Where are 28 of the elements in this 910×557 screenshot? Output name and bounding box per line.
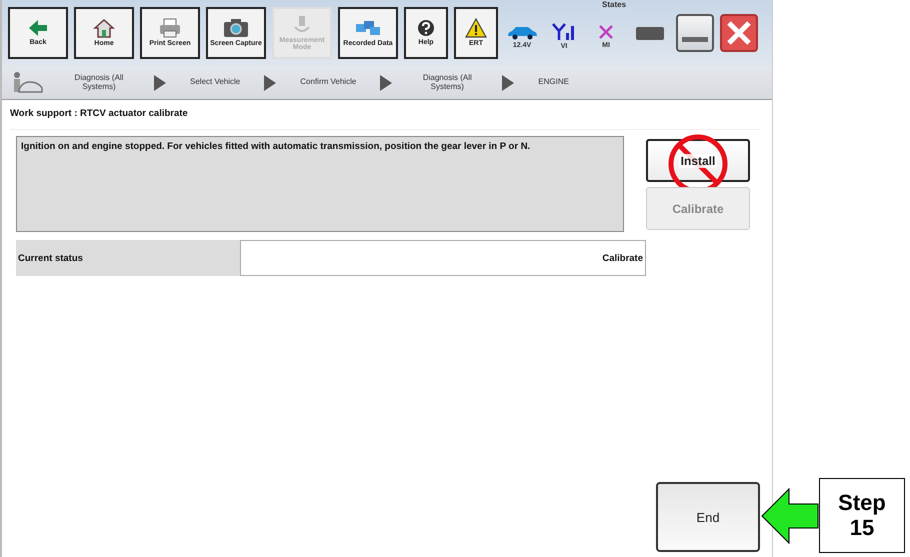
breadcrumb-item[interactable]: ENGINE [538,78,569,87]
breadcrumb-item[interactable]: Diagnosis (All Systems) [68,74,130,92]
breadcrumb-item[interactable]: Diagnosis (All Systems) [416,74,478,92]
printer-icon [158,18,182,38]
instruction-message: Ignition on and engine stopped. For vehicles fitted with automatic transmission, position the gear lever in P or N. [16,136,624,232]
chevron-icon [264,74,276,90]
chevron-icon [380,74,392,90]
warning-icon [465,18,487,38]
close-button[interactable] [720,14,758,52]
breadcrumb-item[interactable]: Confirm Vehicle [300,78,356,87]
page-title: Work support : RTCV actuator calibrate [10,102,760,130]
camera-icon [223,18,249,38]
states-label: States [602,0,626,9]
chevron-icon [154,74,166,90]
help-icon [417,19,435,38]
chevron-icon [502,74,514,90]
step-callout: Step 15 [819,478,905,553]
breadcrumb-item[interactable]: Select Vehicle [190,78,240,87]
house-icon [93,18,115,38]
arrow-icon [761,486,819,544]
battery-icon [636,26,664,40]
signal-icon [552,22,576,40]
left-arrow-icon [28,19,48,38]
minimize-button[interactable] [676,14,714,52]
cross-icon [598,24,614,40]
end-button[interactable]: End [656,482,760,552]
status-label: Current status [16,240,240,276]
status-value: Calibrate [240,240,646,276]
